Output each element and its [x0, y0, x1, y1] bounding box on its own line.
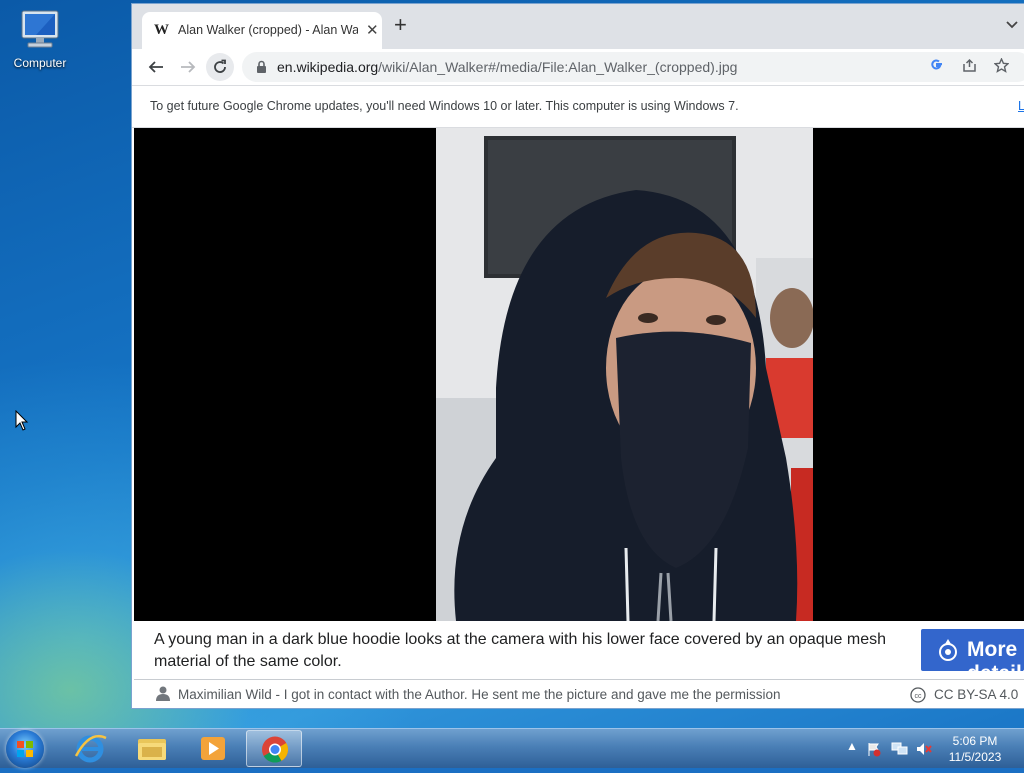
- reload-icon: [214, 59, 226, 73]
- clock-date: 11/5/2023: [948, 750, 1002, 764]
- system-clock[interactable]: 5:06 PM 11/5/2023: [940, 733, 1010, 765]
- photo-image[interactable]: [436, 128, 813, 621]
- creative-commons-icon: cc: [910, 687, 926, 703]
- taskbar: ▲ 5:06 PM 11/5/2023: [0, 728, 1024, 768]
- more-details-button[interactable]: More details: [921, 629, 1024, 685]
- tab-close-icon[interactable]: ✕: [366, 21, 379, 39]
- update-infobar: To get future Google Chrome updates, you…: [132, 85, 1024, 128]
- toolbar: en.wikipedia.org/wiki/Alan_Walker#/media…: [132, 49, 1024, 85]
- desktop-icon-computer[interactable]: Computer: [6, 8, 74, 70]
- google-translate-icon[interactable]: [930, 58, 944, 76]
- url-text[interactable]: en.wikipedia.org/wiki/Alan_Walker#/media…: [277, 59, 737, 75]
- tab-search-chevron-icon[interactable]: [1006, 18, 1018, 32]
- user-icon: [156, 686, 170, 701]
- windows-logo-icon: [17, 741, 33, 757]
- desktop-icon-label: Computer: [13, 56, 67, 70]
- internet-explorer-icon: [74, 734, 107, 763]
- media-player-icon: [201, 737, 225, 760]
- author-credit[interactable]: Maximilian Wild - I got in contact with …: [178, 687, 781, 702]
- back-arrow-icon: [148, 61, 163, 73]
- start-button[interactable]: [6, 730, 44, 768]
- url-host: en.wikipedia.org: [277, 59, 379, 75]
- back-button[interactable]: [144, 55, 168, 79]
- new-tab-button[interactable]: +: [394, 14, 407, 36]
- taskbar-chrome[interactable]: [246, 730, 302, 767]
- clock-time: 5:06 PM: [952, 734, 998, 748]
- action-center-flag-icon[interactable]: [866, 741, 882, 760]
- volume-muted-icon[interactable]: [915, 741, 933, 760]
- image-caption: A young man in a dark blue hoodie looks …: [154, 631, 886, 670]
- wikipedia-favicon-icon: W: [154, 22, 169, 38]
- share-icon[interactable]: [962, 58, 977, 77]
- photo-illustration: [436, 128, 813, 621]
- browser-window: W Alan Walker (cropped) - Alan Walker ✕ …: [131, 3, 1024, 709]
- svg-text:cc: cc: [915, 693, 923, 700]
- chrome-icon: [262, 736, 289, 763]
- folder-icon: [138, 739, 166, 760]
- media-viewer: [134, 128, 1024, 621]
- infobar-message: To get future Google Chrome updates, you…: [150, 99, 739, 113]
- tab-alan-walker[interactable]: W Alan Walker (cropped) - Alan Walker ✕: [142, 12, 382, 49]
- forward-arrow-icon: [181, 61, 196, 73]
- taskbar-internet-explorer[interactable]: [62, 730, 118, 767]
- credits-bar: Maximilian Wild - I got in contact with …: [134, 679, 1024, 708]
- taskbar-media-player[interactable]: [185, 730, 241, 767]
- tab-title: Alan Walker (cropped) - Alan Walker: [178, 23, 358, 37]
- commons-icon: [939, 639, 957, 661]
- image-caption-bar: A young man in a dark blue hoodie looks …: [134, 621, 1024, 685]
- network-icon[interactable]: [891, 741, 909, 760]
- bookmark-star-icon[interactable]: [993, 57, 1010, 77]
- computer-icon: [21, 10, 59, 48]
- show-hidden-icons-button[interactable]: ▲: [846, 739, 858, 753]
- lock-icon[interactable]: [256, 60, 267, 74]
- infobar-learn-more-link[interactable]: L: [1018, 99, 1024, 113]
- url-path: /wiki/Alan_Walker#/media/File:Alan_Walke…: [378, 59, 738, 75]
- license-link[interactable]: CC BY-SA 4.0: [934, 687, 1018, 702]
- mouse-cursor-icon: [15, 410, 29, 431]
- address-bar[interactable]: en.wikipedia.org/wiki/Alan_Walker#/media…: [242, 52, 1024, 82]
- forward-button[interactable]: [176, 55, 200, 79]
- reload-button[interactable]: [206, 53, 234, 81]
- taskbar-file-explorer[interactable]: [124, 730, 180, 767]
- tab-strip: W Alan Walker (cropped) - Alan Walker ✕ …: [132, 4, 1024, 49]
